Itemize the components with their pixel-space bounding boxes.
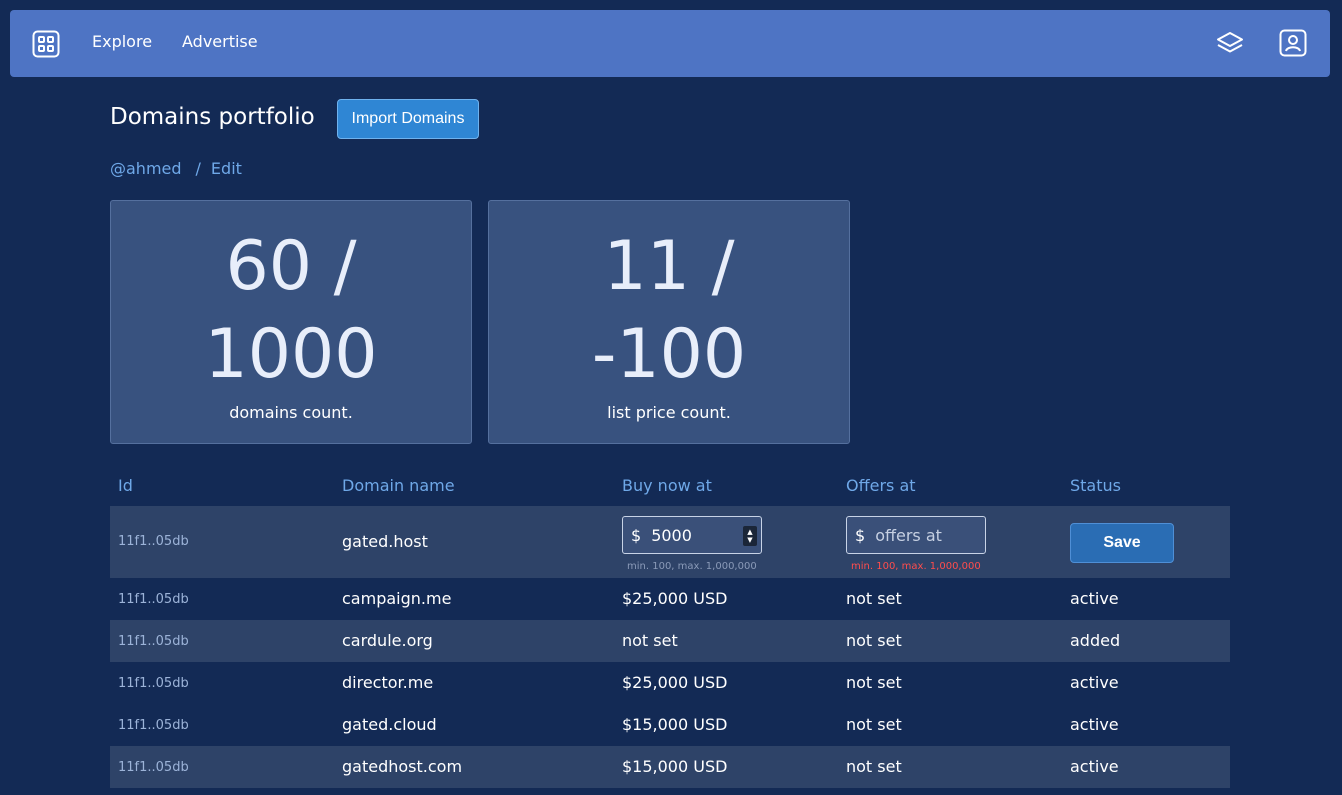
- layers-icon[interactable]: [1215, 29, 1245, 59]
- row-status: active: [1070, 589, 1119, 608]
- breadcrumb: @ahmed / Edit: [110, 159, 242, 178]
- offers-at-price-input[interactable]: $ offers at: [846, 516, 986, 554]
- buy-now-price-input[interactable]: $ 5000 ▲ ▼: [622, 516, 762, 554]
- column-header-status: Status: [1070, 476, 1121, 495]
- row-domain-name: campaign.me: [342, 589, 452, 608]
- page-title: Domains portfolio: [110, 104, 315, 130]
- row-status: added: [1070, 631, 1121, 650]
- row-offers-at: not set: [846, 589, 902, 608]
- save-button[interactable]: Save: [1070, 523, 1174, 563]
- row-id: 11f1..05db: [118, 760, 189, 775]
- table-row: 11f1..05db director.me $25,000 USD not s…: [110, 662, 1230, 704]
- stepper-up-icon[interactable]: ▲: [747, 528, 752, 536]
- row-status: active: [1070, 757, 1119, 776]
- offers-at-error-hint: min. 100, max. 1,000,000: [851, 561, 981, 572]
- currency-symbol: $: [631, 525, 642, 545]
- row-domain-name: gatedhost.com: [342, 757, 463, 776]
- row-domain-name: director.me: [342, 673, 434, 692]
- row-id: 11f1..05db: [118, 534, 189, 549]
- breadcrumb-separator: /: [195, 159, 201, 178]
- column-header-buy-now: Buy now at: [622, 476, 712, 495]
- row-offers-at: not set: [846, 673, 902, 692]
- grid-apps-icon[interactable]: [32, 30, 60, 58]
- row-offers-at: not set: [846, 757, 902, 776]
- profile-badge-icon[interactable]: [1279, 29, 1307, 57]
- row-buy-now: $15,000 USD: [622, 715, 728, 734]
- breadcrumb-user-link[interactable]: @ahmed: [110, 159, 182, 178]
- table-header: Id Domain name Buy now at Offers at Stat…: [110, 466, 1230, 506]
- row-id: 11f1..05db: [118, 718, 189, 733]
- nav-explore-link[interactable]: Explore: [92, 32, 152, 51]
- row-buy-now: not set: [622, 631, 678, 650]
- column-header-id: Id: [118, 476, 133, 495]
- list-price-count-value: 11 / -100: [591, 227, 747, 394]
- list-price-count-card: 11 / -100 list price count.: [488, 200, 850, 444]
- offers-at-placeholder: offers at: [875, 525, 942, 545]
- row-domain-name: gated.host: [342, 532, 428, 551]
- number-stepper[interactable]: ▲ ▼: [743, 526, 757, 546]
- breadcrumb-current[interactable]: Edit: [211, 159, 242, 178]
- row-domain-name: gated.cloud: [342, 715, 437, 734]
- import-domains-button[interactable]: Import Domains: [337, 99, 479, 139]
- column-header-offers-at: Offers at: [846, 476, 916, 495]
- row-buy-now: $25,000 USD: [622, 673, 728, 692]
- table-row: 11f1..05db gated.cloud $15,000 USD not s…: [110, 704, 1230, 746]
- row-status: active: [1070, 673, 1119, 692]
- row-id: 11f1..05db: [118, 676, 189, 691]
- table-row: 11f1..05db campaign.me $25,000 USD not s…: [110, 578, 1230, 620]
- table-row: 11f1..05db gatedhost.com $15,000 USD not…: [110, 746, 1230, 788]
- buy-now-value: 5000: [651, 525, 692, 545]
- nav-advertise-link[interactable]: Advertise: [182, 32, 258, 51]
- row-buy-now: $25,000 USD: [622, 589, 728, 608]
- domains-count-label: domains count.: [229, 403, 353, 422]
- row-id: 11f1..05db: [118, 634, 189, 649]
- row-id: 11f1..05db: [118, 592, 189, 607]
- domains-count-card: 60 / 1000 domains count.: [110, 200, 472, 444]
- row-buy-now: $15,000 USD: [622, 757, 728, 776]
- row-domain-name: cardule.org: [342, 631, 433, 650]
- domains-count-value: 60 / 1000: [204, 227, 378, 394]
- row-offers-at: not set: [846, 715, 902, 734]
- domains-table: Id Domain name Buy now at Offers at Stat…: [110, 466, 1230, 788]
- column-header-domain-name: Domain name: [342, 476, 455, 495]
- table-row-editing: 11f1..05db gated.host $ 5000 ▲ ▼ min. 10…: [110, 506, 1230, 578]
- currency-symbol: $: [855, 525, 866, 545]
- row-offers-at: not set: [846, 631, 902, 650]
- list-price-count-label: list price count.: [607, 403, 731, 422]
- stepper-down-icon[interactable]: ▼: [747, 536, 752, 544]
- buy-now-hint: min. 100, max. 1,000,000: [627, 561, 757, 572]
- row-status: active: [1070, 715, 1119, 734]
- top-navbar: Explore Advertise: [10, 10, 1330, 77]
- table-row: 11f1..05db cardule.org not set not set a…: [110, 620, 1230, 662]
